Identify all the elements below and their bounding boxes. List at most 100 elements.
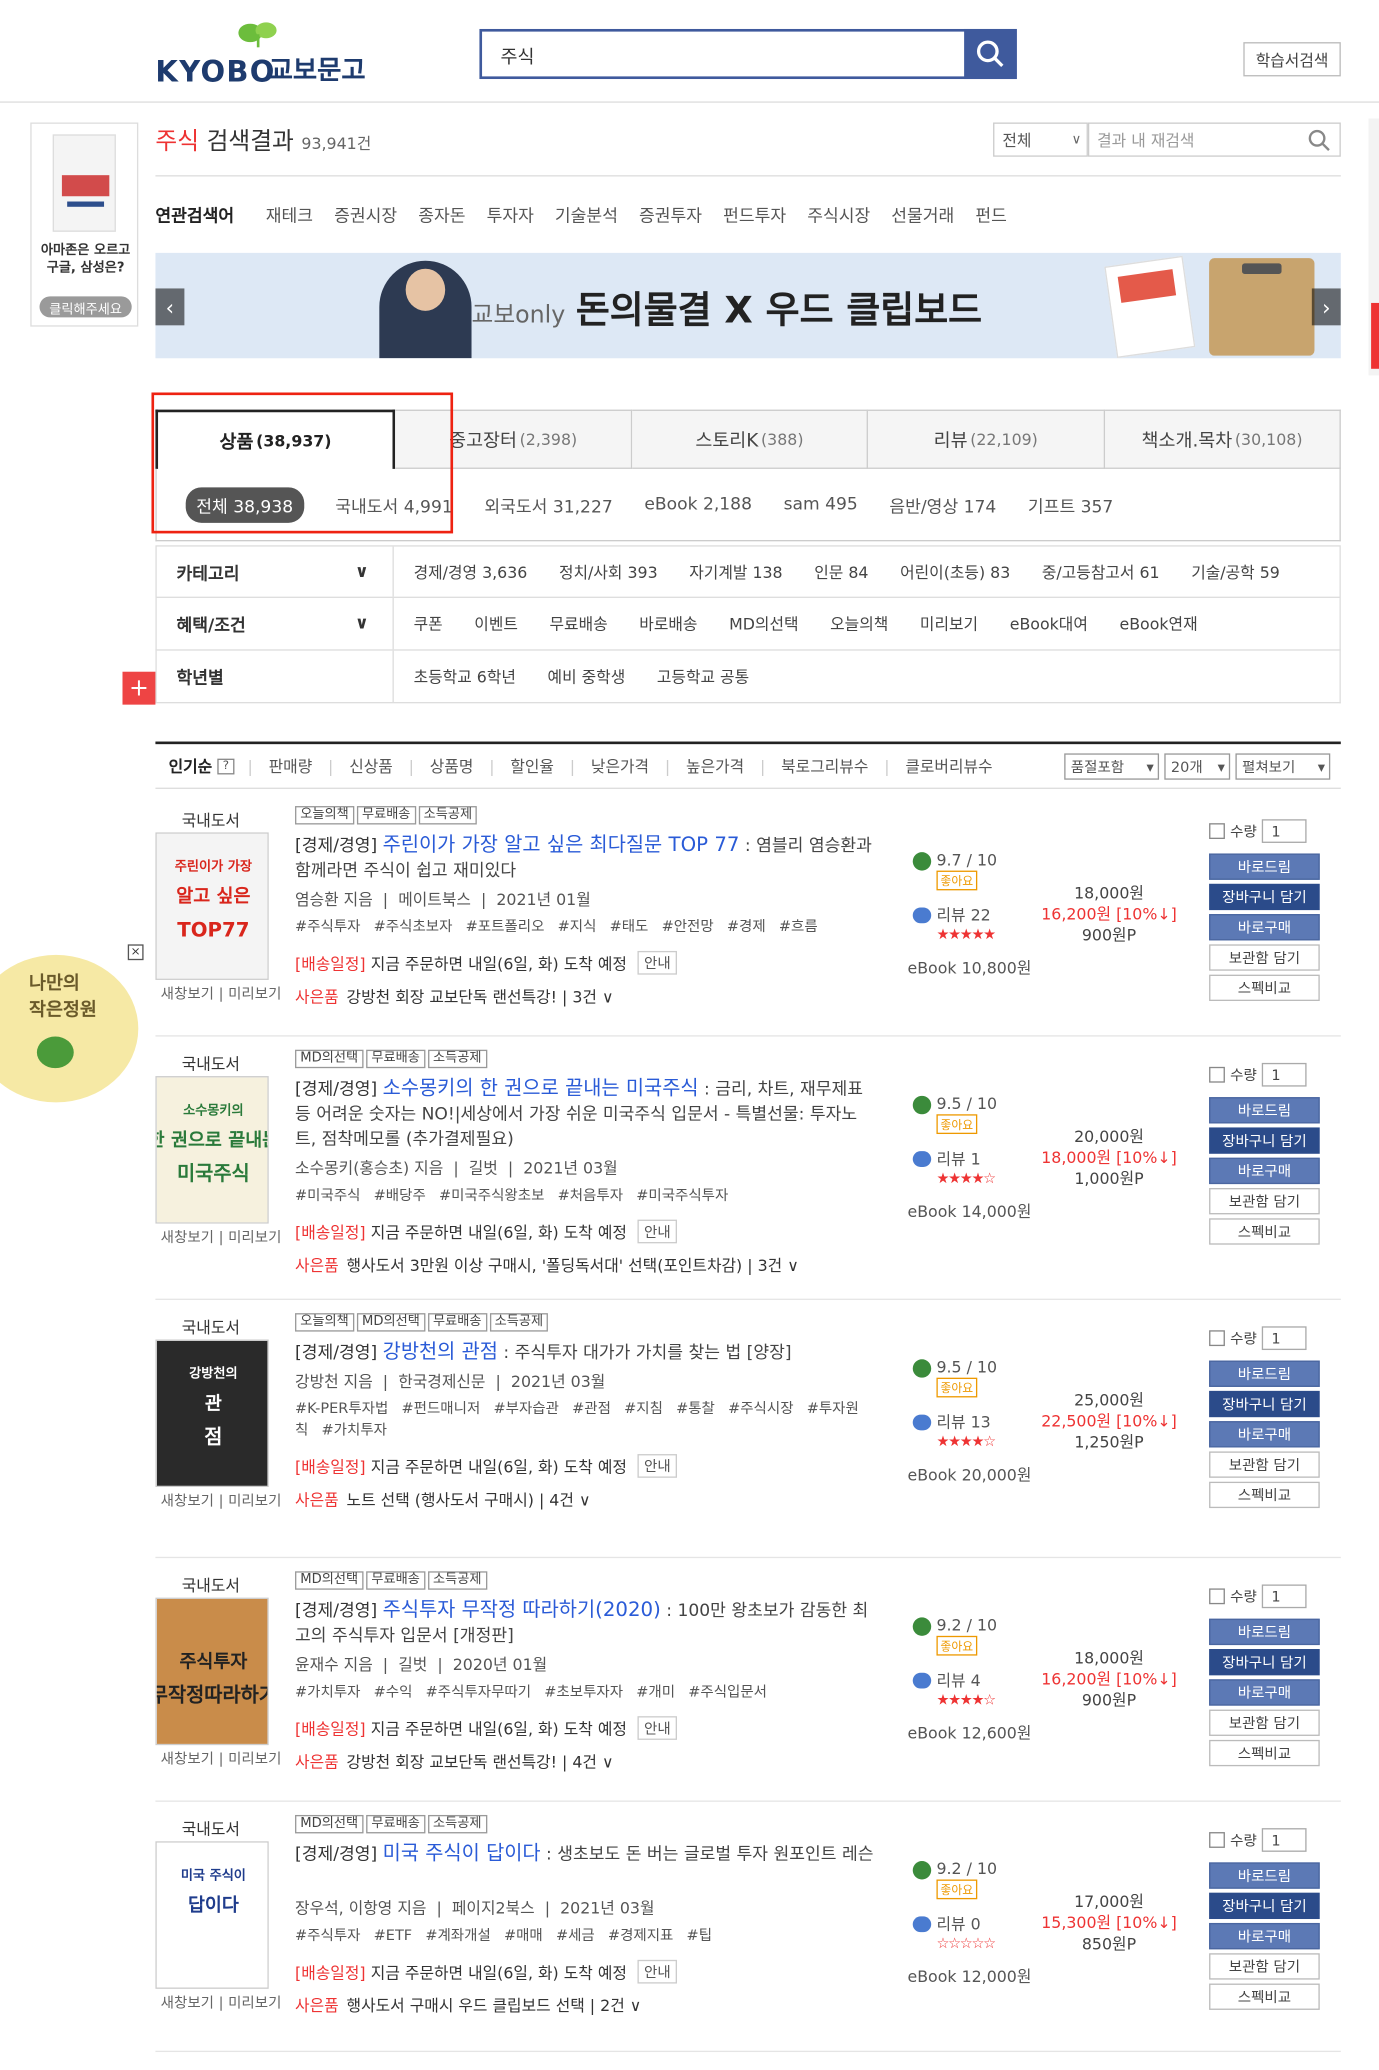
- refine-search-input[interactable]: 결과 내 재검색: [1087, 122, 1341, 157]
- subtab-sam[interactable]: sam 495: [784, 495, 858, 515]
- left-ad-banner[interactable]: 아마존은 오르고 구글, 삼성은? 클릭해주세요: [30, 122, 139, 327]
- book-author[interactable]: 윤재수 지음: [295, 1656, 373, 1674]
- new-window-link[interactable]: 새창보기: [161, 1750, 214, 1767]
- hashtag[interactable]: #주식투자: [295, 1927, 360, 1944]
- instant-pickup-button[interactable]: 바로드림: [1209, 1862, 1320, 1889]
- hashtag[interactable]: #펀드매니저: [402, 1400, 481, 1417]
- gift-info[interactable]: 사은품 강방천 회장 교보단독 랜선특강! | 3건 ∨: [295, 985, 614, 1007]
- ebook-price[interactable]: eBook 12,000원: [907, 1965, 1031, 1987]
- filter-option[interactable]: 오늘의책: [830, 612, 888, 634]
- hashtag[interactable]: #주식투자: [295, 918, 360, 935]
- book-cover-image[interactable]: 주린이가 가장 알고 싶은 TOP77: [155, 832, 269, 980]
- hashtag[interactable]: #미국주식: [295, 1187, 360, 1204]
- related-item[interactable]: 투자자: [487, 202, 534, 227]
- view-select[interactable]: 펼쳐보기 ▾: [1235, 753, 1331, 780]
- filter-option[interactable]: 이벤트: [474, 612, 518, 634]
- hashtag[interactable]: #매매: [504, 1927, 543, 1944]
- delivery-guide-button[interactable]: 안내: [637, 1454, 678, 1478]
- preview-link[interactable]: 미리보기: [228, 1492, 281, 1509]
- close-icon[interactable]: ×: [127, 944, 144, 961]
- wishlist-button[interactable]: 보관함 담기: [1209, 1709, 1320, 1736]
- related-item[interactable]: 기술분석: [555, 202, 618, 227]
- hashtag[interactable]: #가치투자: [295, 1683, 360, 1700]
- preview-link[interactable]: 미리보기: [228, 1229, 281, 1246]
- filter-option[interactable]: 중/고등참고서 61: [1042, 560, 1160, 582]
- sort-option[interactable]: 클로버리뷰수: [905, 755, 992, 777]
- filter-category-toggle[interactable]: 카테고리 ∨: [157, 546, 394, 597]
- filter-option[interactable]: 자기계발 138: [689, 560, 782, 582]
- add-to-cart-button[interactable]: 장바구니 담기: [1209, 1390, 1320, 1418]
- hashtag[interactable]: #K-PER투자법: [295, 1400, 388, 1417]
- filter-option[interactable]: 예비 중학생: [548, 665, 626, 687]
- filter-option[interactable]: eBook연재: [1119, 612, 1197, 634]
- hashtag[interactable]: #지침: [624, 1400, 663, 1417]
- book-publisher[interactable]: 길벗: [398, 1656, 427, 1674]
- hashtag[interactable]: #미국주식투자: [636, 1187, 728, 1204]
- hashtag[interactable]: #초보투자자: [544, 1683, 623, 1700]
- sort-popular[interactable]: 인기순: [169, 755, 213, 777]
- related-item[interactable]: 종자돈: [418, 202, 465, 227]
- select-checkbox[interactable]: [1209, 1832, 1225, 1848]
- subtab-ebook[interactable]: eBook 2,188: [644, 495, 752, 515]
- subtab-foreign[interactable]: 외국도서 31,227: [484, 492, 612, 517]
- filter-option[interactable]: eBook대여: [1010, 612, 1088, 634]
- help-icon[interactable]: ?: [217, 757, 235, 774]
- hashtag[interactable]: #안전망: [662, 918, 714, 935]
- search-input[interactable]: 주식: [479, 28, 1017, 80]
- sort-option[interactable]: 북로그리뷰수: [781, 755, 868, 777]
- new-window-link[interactable]: 새창보기: [161, 1994, 214, 2011]
- filter-option[interactable]: 고등학교 공통: [657, 665, 749, 687]
- book-title[interactable]: 소수몽키의 한 권으로 끝내는 미국주식: [383, 1076, 699, 1100]
- hashtag[interactable]: #미국주식왕초보: [439, 1187, 544, 1204]
- book-cover-image[interactable]: 소수몽키의한 권으로 끝내는미국주식: [155, 1076, 269, 1224]
- select-checkbox[interactable]: [1209, 823, 1225, 839]
- quantity-stepper[interactable]: 1: [1262, 819, 1307, 843]
- book-author[interactable]: 장우석, 이항영 지음: [295, 1899, 426, 1917]
- hashtag[interactable]: #경제지표: [608, 1927, 673, 1944]
- add-to-cart-button[interactable]: 장바구니 담기: [1209, 1649, 1320, 1676]
- search-icon[interactable]: [1308, 129, 1332, 153]
- related-item[interactable]: 선물거래: [891, 202, 954, 227]
- review-count[interactable]: 13: [971, 1413, 991, 1431]
- filter-option[interactable]: 쿠폰: [414, 612, 443, 634]
- add-to-cart-button[interactable]: 장바구니 담기: [1209, 1127, 1320, 1154]
- book-publisher[interactable]: 한국경제신문: [398, 1372, 485, 1390]
- book-title[interactable]: 주린이가 가장 알고 싶은 최다질문 TOP 77: [383, 832, 740, 856]
- hashtag[interactable]: #관점: [572, 1400, 611, 1417]
- related-item[interactable]: 펀드: [975, 202, 1007, 227]
- ebook-price[interactable]: eBook 20,000원: [907, 1463, 1031, 1485]
- quantity-stepper[interactable]: 1: [1262, 1828, 1307, 1852]
- compare-button[interactable]: 스펙비교: [1209, 1481, 1320, 1509]
- new-window-link[interactable]: 새창보기: [161, 985, 214, 1002]
- compare-button[interactable]: 스펙비교: [1209, 974, 1320, 1001]
- book-cover-image[interactable]: 강방천의 관 점: [155, 1339, 269, 1488]
- related-item[interactable]: 재테크: [266, 202, 313, 227]
- filter-option[interactable]: 정치/사회 393: [559, 560, 658, 582]
- delivery-guide-button[interactable]: 안내: [637, 1219, 678, 1244]
- plus-icon[interactable]: +: [122, 671, 156, 705]
- related-item[interactable]: 증권투자: [639, 202, 702, 227]
- tab-used-market[interactable]: 중고장터 (2,398): [395, 409, 632, 469]
- filter-grade-toggle[interactable]: 학년별: [157, 650, 394, 703]
- select-checkbox[interactable]: [1209, 1066, 1225, 1083]
- filter-option[interactable]: MD의선택: [729, 612, 798, 634]
- stock-select[interactable]: 품절포함 ▾: [1064, 753, 1160, 780]
- add-to-cart-button[interactable]: 장바구니 담기: [1209, 1892, 1320, 1920]
- ebook-price[interactable]: eBook 10,800원: [907, 956, 1031, 978]
- preview-link[interactable]: 미리보기: [228, 985, 281, 1002]
- tab-products[interactable]: 상품 (38,937): [155, 409, 396, 469]
- garden-widget[interactable]: 나만의 작은정원: [0, 954, 139, 1103]
- subtab-all[interactable]: 전체 38,938: [185, 486, 304, 523]
- subtab-gift[interactable]: 기프트 357: [1028, 492, 1113, 517]
- preview-link[interactable]: 미리보기: [228, 1750, 281, 1767]
- filter-option[interactable]: 미리보기: [920, 612, 978, 634]
- new-window-link[interactable]: 새창보기: [161, 1229, 214, 1246]
- book-publisher[interactable]: 페이지2북스: [452, 1899, 535, 1917]
- book-cover-image[interactable]: 주식투자무작정따라하기: [155, 1597, 269, 1746]
- sort-option[interactable]: 신상품: [349, 755, 393, 777]
- filter-option[interactable]: 어린이(초등) 83: [900, 560, 1010, 582]
- review-count[interactable]: 22: [971, 906, 991, 924]
- sort-option[interactable]: 낮은가격: [591, 755, 649, 777]
- hashtag[interactable]: #계좌개설: [425, 1927, 490, 1944]
- hashtag[interactable]: #경제: [727, 918, 766, 935]
